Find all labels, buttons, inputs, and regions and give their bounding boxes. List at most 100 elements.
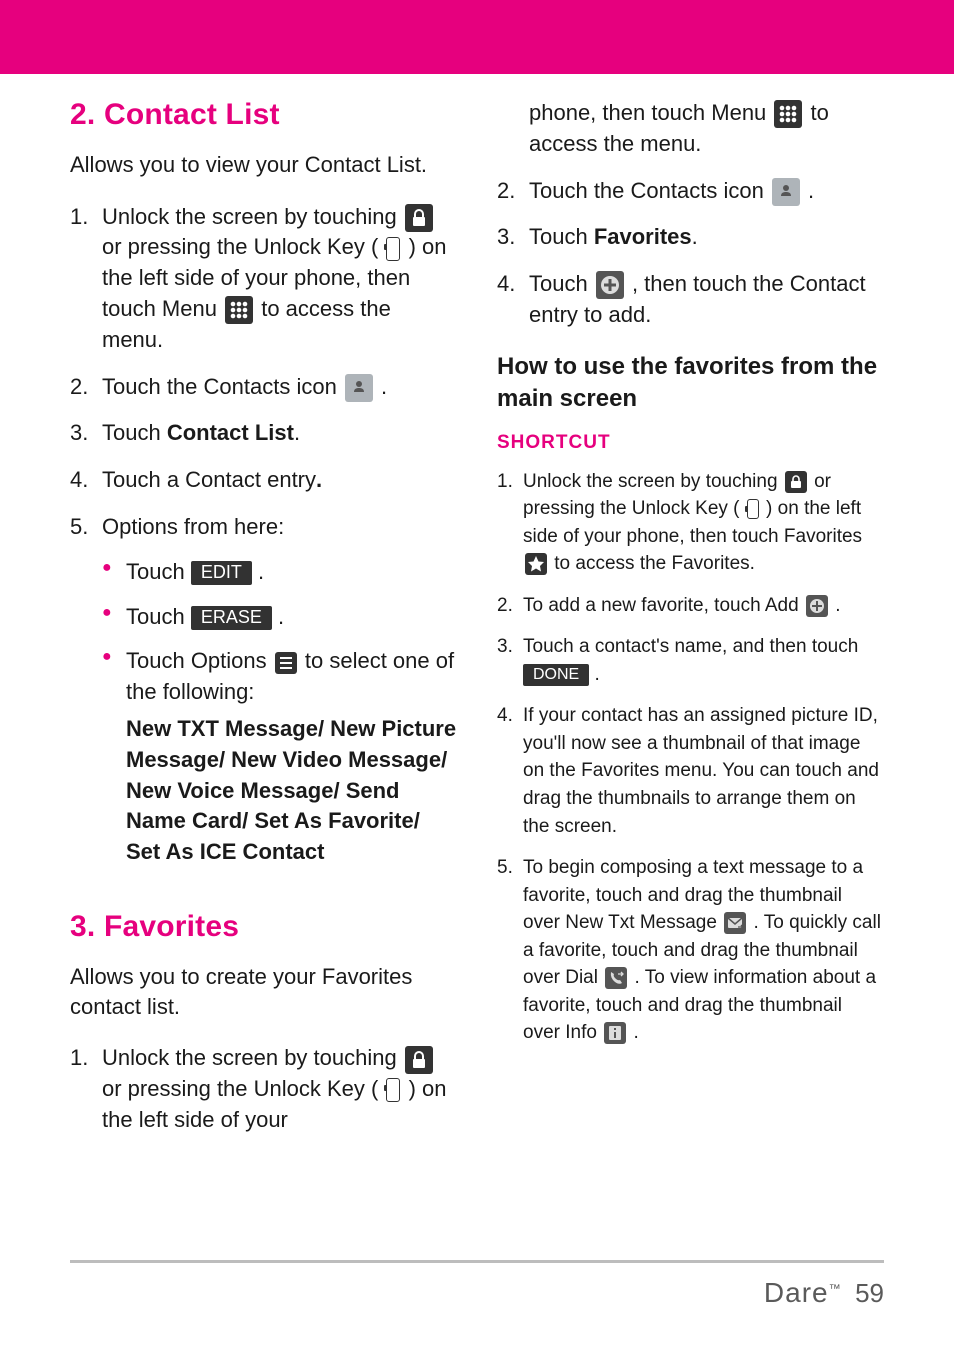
step-text-bold: . [316,467,322,492]
section-title-contact-list: 2. Contact List [70,98,457,132]
shortcut-step: 1. Unlock the screen by touching or pres… [497,468,884,578]
step-text: . [634,1022,639,1043]
step-number: 4. [497,702,513,730]
step-text: Touch a Contact entry [102,467,316,492]
left-column: 2. Contact List Allows you to view your … [70,98,457,1152]
step-number: 2. [70,372,88,403]
step-item: 1. Unlock the screen by touching or pres… [70,1043,457,1135]
step-text: To add a new favorite, touch Add [523,595,804,616]
side-key-icon [386,237,400,261]
shortcut-step: 4. If your contact has an assigned pictu… [497,702,884,840]
step-item: 1. Unlock the screen by touching or pres… [70,202,457,356]
shortcut-label: SHORTCUT [497,432,884,454]
menu-grid-icon [774,100,802,128]
step-text: phone, then touch Menu [529,100,772,125]
message-icon [724,912,746,934]
step-number: 2. [497,592,513,620]
section-title-favorites: 3. Favorites [70,910,457,944]
page-footer: Dare™ 59 [0,1260,954,1309]
step-number: 1. [70,202,88,233]
shortcut-step: 2. To add a new favorite, touch Add . [497,592,884,620]
step-text: Unlock the screen by touching [102,204,403,229]
step-item: 5. Options from here: Touch EDIT . Touch… [70,512,457,868]
plus-icon [596,271,624,299]
bullet-text: . [272,604,284,629]
step-item: 2. Touch the Contacts icon . [70,372,457,403]
brand-logo: Dare [764,1277,829,1308]
step-number: 3. [497,633,513,661]
contact-list-steps: 1. Unlock the screen by touching or pres… [70,202,457,868]
bullet-item: Touch EDIT . [102,557,457,588]
step-number: 5. [70,512,88,543]
step-text: . [835,595,840,616]
shortcut-steps: 1. Unlock the screen by touching or pres… [497,468,884,1047]
step-number: 3. [497,222,515,253]
right-column: phone, then touch Menu to access the men… [497,98,884,1152]
step-number: 2. [497,176,515,207]
step-text-bold: Favorites [594,224,692,249]
header-bar [0,0,954,70]
step-item: 2. Touch the Contacts icon . [497,176,884,207]
step-text: Touch the Contacts icon [529,178,770,203]
favorites-steps-left: 1. Unlock the screen by touching or pres… [70,1043,457,1135]
step-text: . [808,178,814,203]
step-text: . [381,374,387,399]
bullet-text: . [252,559,264,584]
contacts-icon [345,374,373,402]
lock-icon [405,204,433,232]
lock-icon [785,471,807,493]
lock-icon [405,1046,433,1074]
section-intro-favorites: Allows you to create your Favorites cont… [70,962,457,1021]
page-content: 2. Contact List Allows you to view your … [0,78,954,1152]
section-intro-contact-list: Allows you to view your Contact List. [70,150,457,180]
step-text: . [294,420,300,445]
dial-icon [605,967,627,989]
step-item: 4. Touch , then touch the Contact entry … [497,269,884,331]
trademark: ™ [829,1281,841,1295]
bullet-text: Touch [126,604,191,629]
step-number: 4. [497,269,515,300]
favorites-steps-right: phone, then touch Menu to access the men… [497,98,884,331]
step-text: . [692,224,698,249]
footer-text: Dare™ 59 [70,1277,884,1309]
page-number: 59 [855,1278,884,1308]
step-item: 3. Touch Favorites. [497,222,884,253]
bullet-text: Touch [126,559,191,584]
footer-divider [70,1260,884,1263]
bullet-text: Touch Options [126,648,273,673]
step-text-bold: Contact List [167,420,294,445]
step-text: to access the Favorites. [554,553,755,574]
bullet-item: Touch Options to select one of the follo… [102,646,457,868]
step-item: 4. Touch a Contact entry. [70,465,457,496]
info-icon [604,1022,626,1044]
header-underline [0,70,954,78]
star-icon [525,553,547,575]
step-text: Touch a contact's name, and then touch [523,636,858,657]
step-text: Options from here: [102,514,284,539]
step-text: Touch [102,420,167,445]
step-text: . [589,664,600,685]
done-pill: DONE [523,664,589,686]
step-text: or pressing the Unlock Key ( [102,234,384,259]
step-item: 3. Touch Contact List. [70,418,457,449]
step-item-continuation: phone, then touch Menu to access the men… [497,98,884,160]
step-number: 3. [70,418,88,449]
shortcut-step: 5. To begin composing a text message to … [497,854,884,1047]
step-number: 5. [497,854,513,882]
step-text: Touch [529,224,594,249]
favorites-subheading: How to use the favorites from the main s… [497,351,884,416]
step-number: 1. [497,468,513,496]
options-list-bold: New TXT Message/ New Picture Message/ Ne… [126,714,457,868]
shortcut-step: 3. Touch a contact's name, and then touc… [497,633,884,688]
step-text: Unlock the screen by touching [523,471,783,492]
step-text: or pressing the Unlock Key ( [102,1076,384,1101]
side-key-icon [747,499,759,519]
plus-icon [806,595,828,617]
side-key-icon [386,1078,400,1102]
contacts-icon [772,178,800,206]
step-text: Unlock the screen by touching [102,1045,403,1070]
menu-grid-icon [225,296,253,324]
bullet-item: Touch ERASE . [102,602,457,633]
options-list-icon [275,652,297,674]
option-bullets: Touch EDIT . Touch ERASE . Touch Options… [102,557,457,868]
